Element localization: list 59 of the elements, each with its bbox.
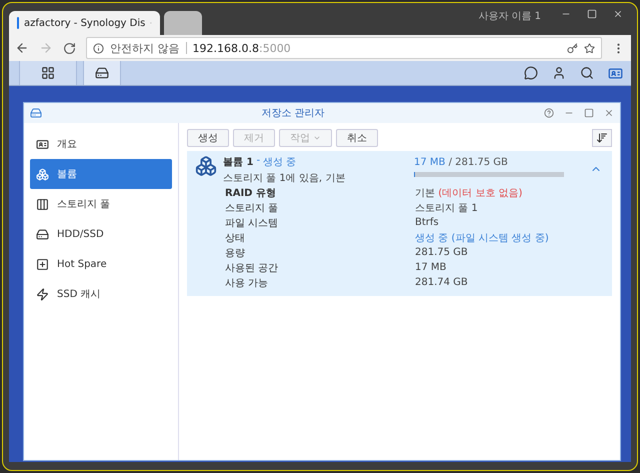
reload-icon[interactable]: [63, 42, 76, 54]
sidebar-item[interactable]: SSD 캐시: [30, 279, 172, 309]
overview-icon: [36, 138, 49, 150]
separator: -: [256, 155, 260, 168]
volume-icon: [36, 168, 49, 180]
maximize-icon[interactable]: [584, 108, 594, 118]
user-name: 사용자 이름 1: [478, 10, 541, 23]
property-value: 생성 중 (파일 시스템 생성 중): [415, 232, 550, 244]
sort-button[interactable]: [592, 129, 612, 147]
sort-icon: [596, 132, 608, 144]
volume-status: 생성 중: [263, 156, 296, 169]
info-icon: [93, 42, 104, 54]
app-icon: [30, 107, 42, 119]
sidebar-item[interactable]: 스토리지 풀: [30, 189, 172, 219]
property-value: 17 MB: [415, 262, 448, 273]
browser-tab[interactable]: azfactory - Synology Dis: [9, 11, 160, 35]
property-label: RAID 유형: [225, 186, 277, 200]
sidebar-item[interactable]: 볼륨: [30, 159, 172, 189]
property-label: 용량: [225, 246, 246, 260]
volume-icon: [195, 155, 217, 177]
storage-app-button[interactable]: [83, 61, 121, 85]
notification-icon[interactable]: [524, 66, 538, 80]
close-icon[interactable]: [613, 9, 623, 19]
help-icon[interactable]: [544, 108, 554, 118]
search-icon[interactable]: [580, 66, 594, 80]
window-title: 저장소 관리자: [260, 107, 326, 120]
toolbar-button[interactable]: 취소: [336, 129, 378, 147]
property-label: 사용 가능: [225, 276, 270, 290]
pool-icon: [36, 198, 49, 210]
grid-icon: [41, 66, 55, 80]
sidebar-item[interactable]: 개요: [30, 129, 172, 159]
usage-text: 17 MB / 281.75 GB: [414, 157, 509, 168]
property-label: 파일 시스템: [225, 216, 280, 230]
volume-subtitle: 스토리지 풀 1에 있음, 기본: [223, 172, 346, 185]
property-value: 281.74 GB: [415, 277, 469, 288]
property-value: 기본 (데이터 보호 없음): [415, 186, 524, 200]
toolbar-button[interactable]: 생성: [187, 129, 229, 147]
widgets-icon[interactable]: [608, 66, 623, 80]
cache-icon: [36, 288, 49, 300]
user-icon[interactable]: [552, 66, 566, 80]
address-field[interactable]: 안전하지 않음 192.168.0.8:5000: [86, 37, 602, 59]
spare-icon: [36, 258, 49, 270]
close-icon[interactable]: [604, 108, 614, 118]
property-value: Btrfs: [415, 217, 440, 228]
caret-icon: [313, 134, 321, 142]
sidebar-item[interactable]: HDD/SSD: [30, 219, 172, 249]
back-icon[interactable]: [15, 41, 29, 55]
maximize-icon[interactable]: [587, 9, 597, 19]
property-value: 281.75 GB: [415, 247, 469, 258]
volume-name: 볼륨 1: [223, 156, 254, 169]
main-menu-button[interactable]: [19, 61, 77, 85]
property-label: 상태: [225, 232, 246, 244]
sidebar-item[interactable]: Hot Spare: [30, 249, 172, 279]
property-label: 스토리지 풀: [225, 202, 280, 214]
property-value: 스토리지 풀 1: [415, 202, 479, 214]
property-label: 사용된 공간: [225, 262, 280, 274]
drive-icon: [95, 66, 109, 80]
key-icon[interactable]: [567, 42, 578, 54]
bookmark-star-icon[interactable]: [584, 42, 595, 54]
